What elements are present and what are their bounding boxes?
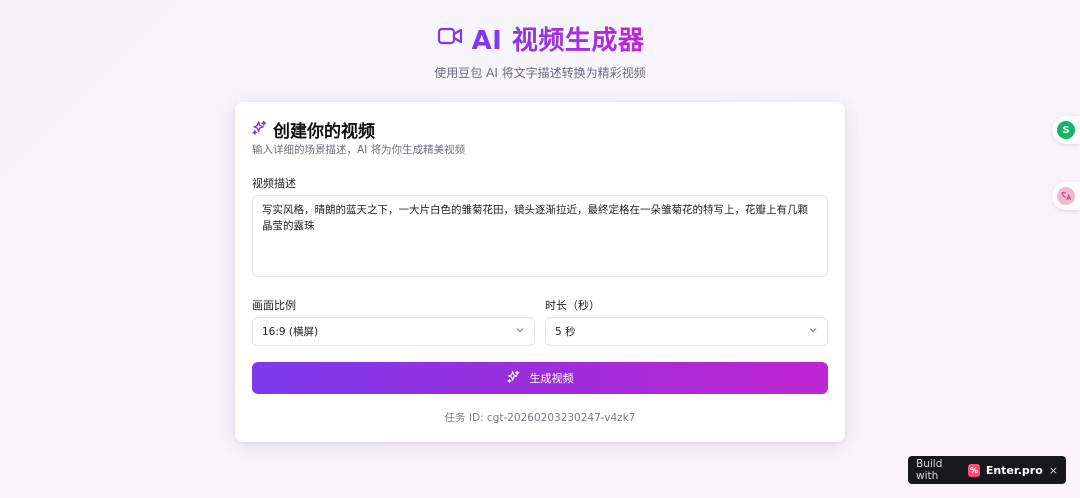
card-title: 创建你的视频 xyxy=(273,121,375,142)
side-translate-button[interactable] xyxy=(1052,182,1080,210)
sparkles-icon xyxy=(506,370,520,386)
generate-button-label: 生成视频 xyxy=(529,372,574,385)
translate-icon xyxy=(1057,187,1075,205)
title-row: AI 视频生成器 xyxy=(0,20,1080,56)
build-with-badge[interactable]: Build with % Enter.pro × xyxy=(908,456,1066,484)
card-description: 输入详细的场景描述，AI 将为你生成精美视频 xyxy=(252,144,466,156)
chevron-down-icon xyxy=(808,325,818,338)
description-textarea[interactable]: 写实风格，晴朗的蓝天之下，一大片白色的雏菊花田，镜头逐渐拉近，最终定格在一朵雏菊… xyxy=(252,195,828,277)
create-video-card: 创建你的视频 输入详细的场景描述，AI 将为你生成精美视频 视频描述 写实风格，… xyxy=(235,102,845,442)
description-label: 视频描述 xyxy=(252,177,296,190)
ratio-select-value: 16:9 (横屏) xyxy=(262,326,319,338)
close-icon[interactable]: × xyxy=(1049,464,1058,477)
task-id: 任务 ID: cgt-20260203230247-v4zk7 xyxy=(444,412,636,424)
video-camera-icon xyxy=(436,22,464,54)
side-extension-button[interactable]: S xyxy=(1052,116,1080,144)
ratio-select[interactable]: 16:9 (横屏) xyxy=(252,317,535,346)
sparkles-icon xyxy=(252,120,267,139)
duration-select[interactable]: 5 秒 xyxy=(545,317,828,346)
card-header: 创建你的视频 xyxy=(252,118,828,142)
page-subtitle: 使用豆包 AI 将文字描述转换为精彩视频 xyxy=(434,66,646,80)
duration-select-value: 5 秒 xyxy=(555,326,576,338)
brand-name: Enter.pro xyxy=(985,463,1043,477)
page-title: AI 视频生成器 xyxy=(472,20,645,57)
ratio-label: 画面比例 xyxy=(252,299,296,312)
page-header: AI 视频生成器 使用豆包 AI 将文字描述转换为精彩视频 xyxy=(0,20,1080,81)
generate-video-button[interactable]: 生成视频 xyxy=(252,362,828,394)
chevron-down-icon xyxy=(515,325,525,338)
duration-label: 时长（秒） xyxy=(545,299,600,312)
build-with-text: Build with xyxy=(916,458,943,482)
enter-logo-icon: % xyxy=(968,463,980,477)
extension-s-icon: S xyxy=(1057,121,1075,139)
